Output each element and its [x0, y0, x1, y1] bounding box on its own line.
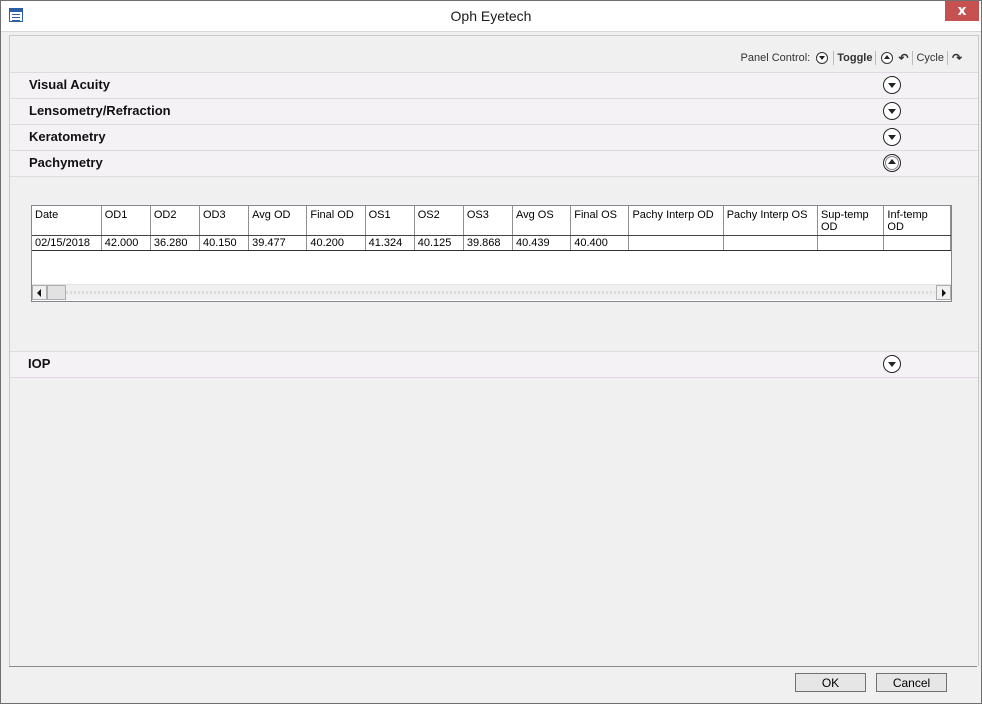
cycle-button[interactable]: Cycle — [912, 51, 948, 65]
section-lensometry-refraction[interactable]: Lensometry/Refraction — [10, 98, 978, 125]
window: Oph Eyetech x Panel Control: Toggle ↶ Cy… — [0, 0, 982, 704]
column-header[interactable]: Pachy Interp OD — [628, 206, 724, 236]
horizontal-scrollbar[interactable] — [32, 284, 951, 300]
table-row[interactable]: 02/15/2018 42.000 36.280 40.150 39.477 4… — [32, 235, 951, 251]
expand-chevron-icon[interactable] — [883, 102, 901, 120]
expand-chevron-icon[interactable] — [883, 128, 901, 146]
section-title: Pachymetry — [29, 155, 103, 170]
section-title: Keratometry — [29, 129, 106, 144]
column-header[interactable]: OS2 — [414, 206, 464, 236]
table-cell[interactable] — [628, 235, 724, 251]
column-header[interactable]: Inf-temp OD — [883, 206, 951, 236]
column-header[interactable]: Pachy Interp OS — [723, 206, 818, 236]
expand-all-icon[interactable] — [881, 52, 894, 64]
column-header[interactable]: OD3 — [199, 206, 250, 236]
section-title: Visual Acuity — [29, 77, 110, 92]
table-header-row: Date OD1 OD2 OD3 Avg OD Final OD OS1 OS2… — [32, 206, 951, 236]
table-cell[interactable] — [723, 235, 818, 251]
dialog-footer: OK Cancel — [9, 666, 977, 698]
column-header[interactable]: OS3 — [463, 206, 514, 236]
section-pachymetry[interactable]: Pachymetry — [10, 150, 978, 177]
collapse-all-icon[interactable] — [816, 52, 829, 64]
collapse-chevron-icon[interactable] — [883, 154, 901, 172]
table-cell[interactable] — [817, 235, 885, 251]
column-header[interactable]: OD2 — [150, 206, 201, 236]
section-keratometry[interactable]: Keratometry — [10, 124, 978, 151]
section-title: IOP — [28, 356, 51, 371]
section-title: Lensometry/Refraction — [29, 103, 171, 118]
window-title: Oph Eyetech — [450, 8, 532, 24]
undo-icon[interactable]: ↶ — [896, 51, 910, 65]
scroll-right-icon[interactable] — [936, 285, 951, 300]
table-cell[interactable]: 02/15/2018 — [32, 235, 102, 251]
column-header[interactable]: Avg OS — [512, 206, 572, 236]
section-visual-acuity[interactable]: Visual Acuity — [10, 72, 978, 99]
table-cell[interactable]: 42.000 — [101, 235, 151, 251]
column-header[interactable]: OS1 — [365, 206, 415, 236]
column-header[interactable]: Final OD — [306, 206, 366, 236]
column-header[interactable]: Final OS — [570, 206, 630, 236]
scroll-track[interactable] — [66, 291, 935, 294]
expand-chevron-icon[interactable] — [883, 76, 901, 94]
close-button[interactable]: x — [945, 1, 979, 21]
panel-control: Panel Control: Toggle ↶ Cycle ↷ — [741, 48, 964, 68]
table-cell[interactable]: 40.200 — [306, 235, 366, 251]
redo-icon[interactable]: ↷ — [950, 51, 964, 65]
table-cell[interactable]: 39.868 — [463, 235, 514, 251]
table-cell[interactable]: 40.150 — [199, 235, 250, 251]
toggle-button[interactable]: Toggle — [833, 51, 877, 65]
table-cell[interactable]: 39.477 — [248, 235, 308, 251]
scroll-left-icon[interactable] — [32, 285, 47, 300]
table-cell[interactable]: 40.125 — [414, 235, 464, 251]
table-cell[interactable]: 41.324 — [365, 235, 415, 251]
scroll-thumb[interactable] — [47, 285, 66, 300]
column-header[interactable]: Sup-temp OD — [817, 206, 885, 236]
table-cell[interactable]: 36.280 — [150, 235, 201, 251]
column-header[interactable]: Avg OD — [248, 206, 308, 236]
table-cell[interactable] — [883, 235, 951, 251]
expand-chevron-icon[interactable] — [883, 355, 901, 373]
cancel-button[interactable]: Cancel — [876, 673, 947, 692]
ok-button[interactable]: OK — [795, 673, 866, 692]
table-cell[interactable]: 40.400 — [570, 235, 630, 251]
panel-control-label: Panel Control: — [740, 52, 811, 64]
pachymetry-grid: Date OD1 OD2 OD3 Avg OD Final OD OS1 OS2… — [31, 205, 952, 302]
title-bar: Oph Eyetech x — [1, 1, 981, 32]
pachymetry-table: Date OD1 OD2 OD3 Avg OD Final OD OS1 OS2… — [32, 206, 951, 251]
table-cell[interactable]: 40.439 — [512, 235, 572, 251]
column-header[interactable]: OD1 — [101, 206, 151, 236]
column-header[interactable]: Date — [32, 206, 102, 236]
section-iop[interactable]: IOP — [10, 351, 978, 378]
content-area: Panel Control: Toggle ↶ Cycle ↷ Visual A… — [9, 35, 979, 666]
